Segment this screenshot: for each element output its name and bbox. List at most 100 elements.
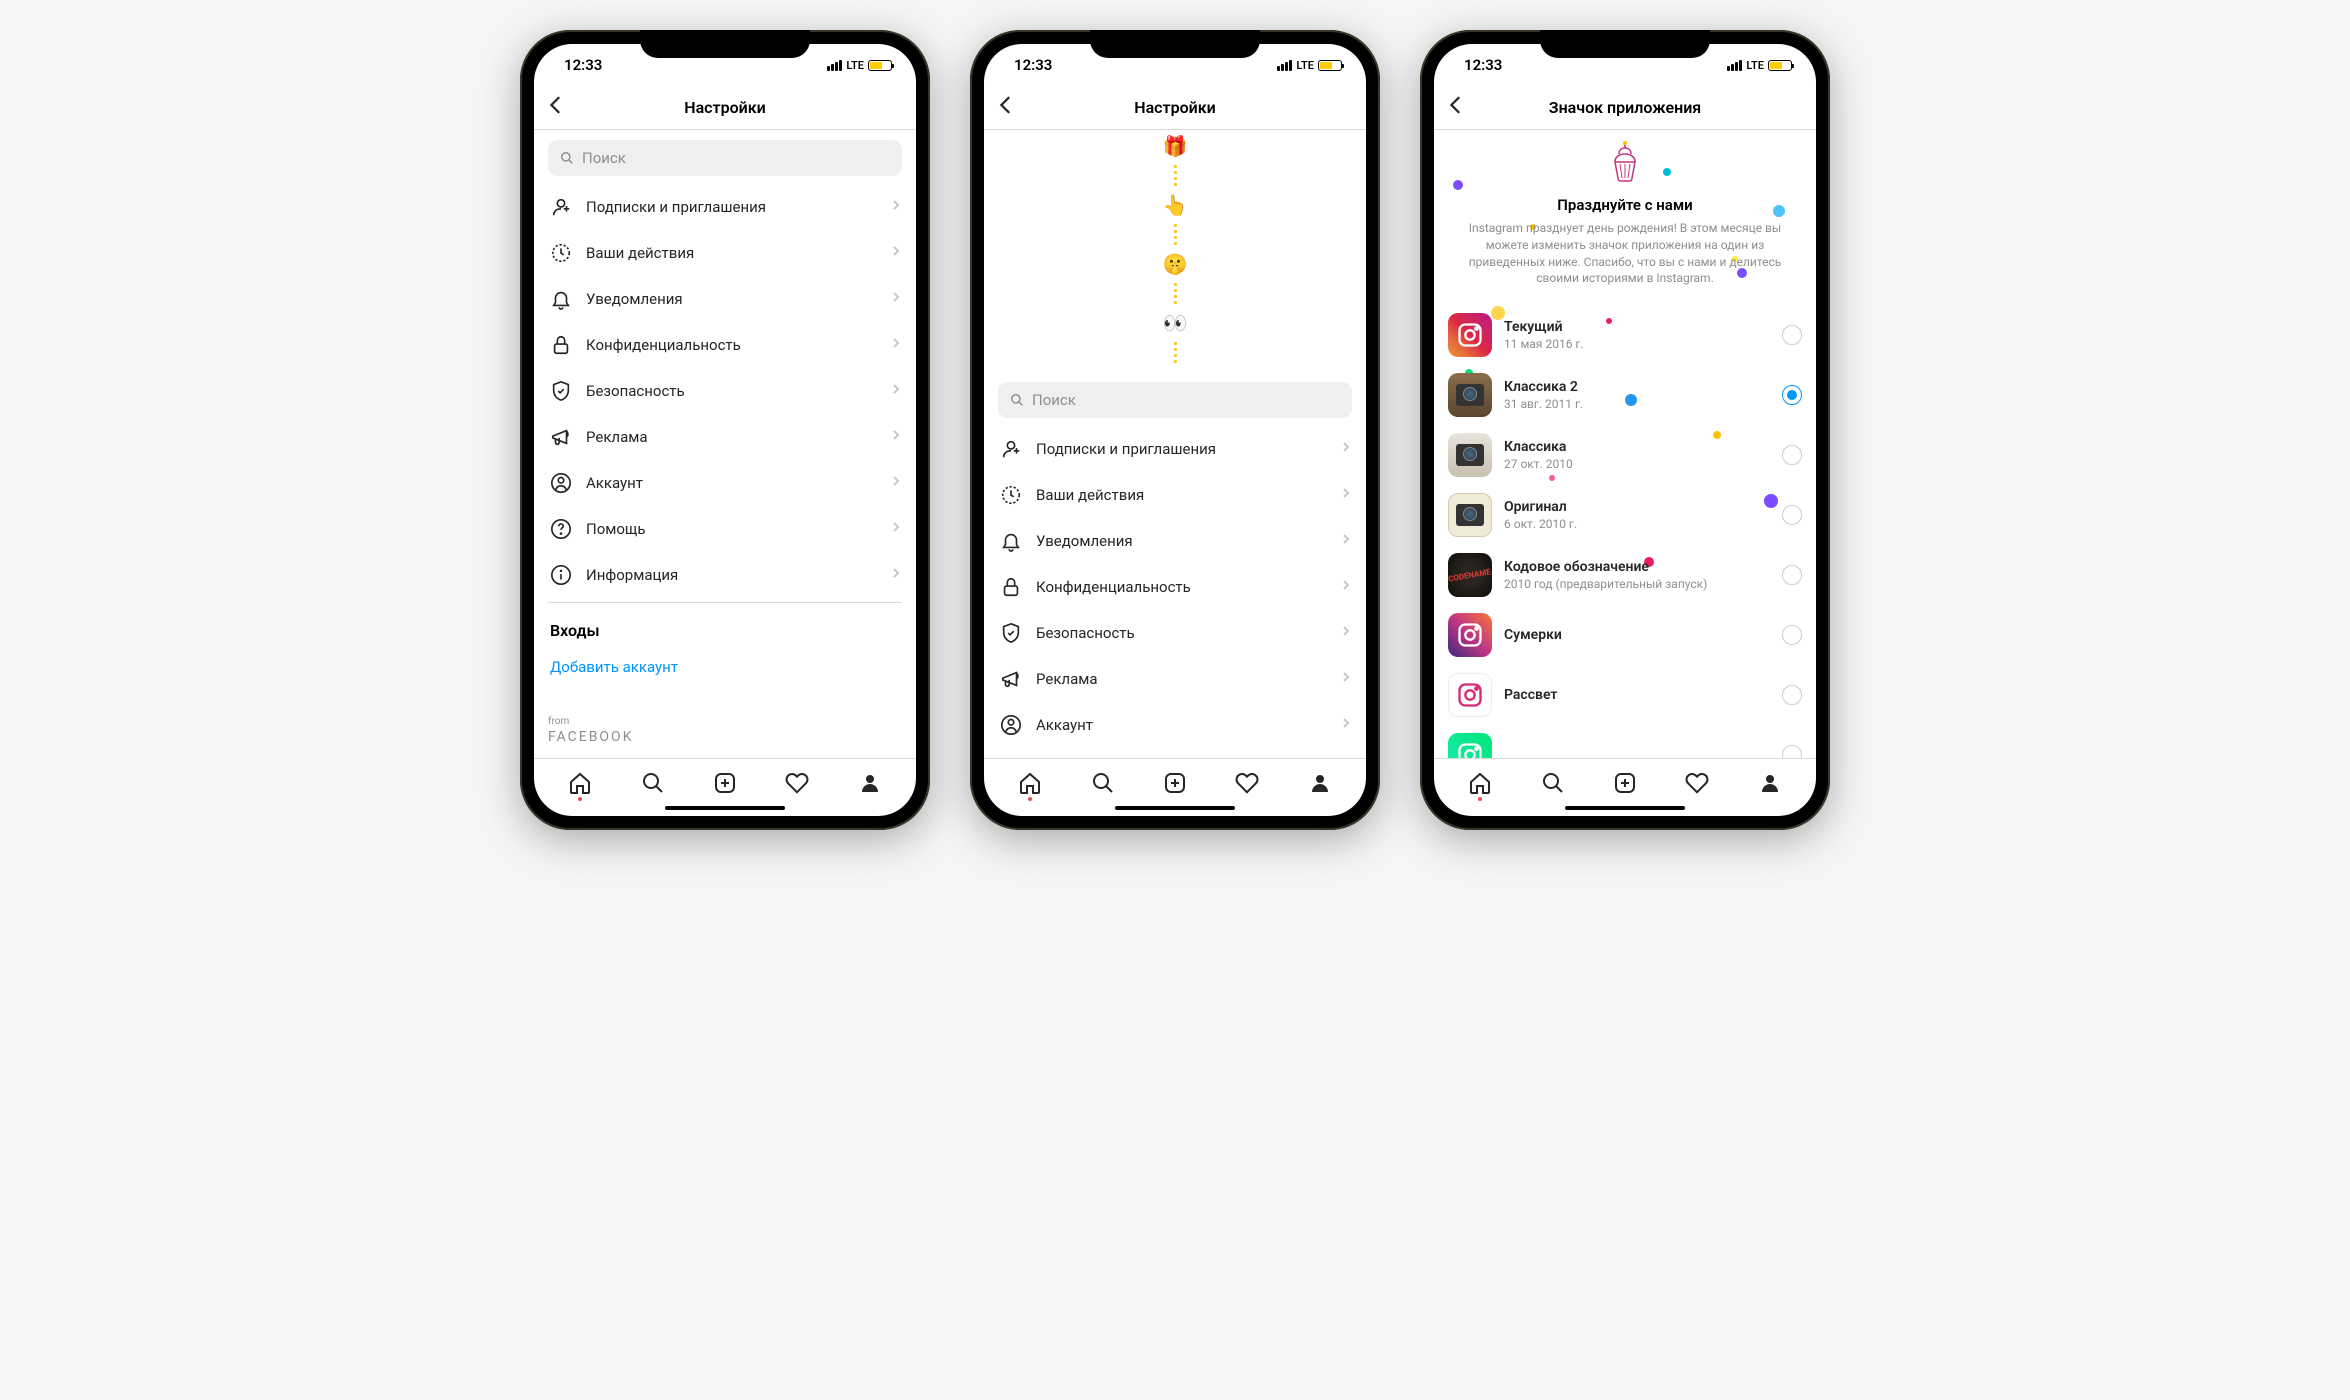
icon-info: Оригинал 6 окт. 2010 г. — [1504, 499, 1770, 531]
menu-item-info[interactable]: Информация — [548, 552, 902, 598]
emoji-easter-egg[interactable]: 🎁 👆 🤫 👀 — [998, 130, 1352, 382]
icon-name: Оригинал — [1504, 499, 1770, 515]
nav-profile-icon[interactable] — [1758, 771, 1782, 795]
nav-home-icon[interactable] — [1018, 771, 1042, 795]
bell-icon — [550, 288, 572, 310]
icon-option-row[interactable]: Классика 231 авг. 2011 г. — [1448, 365, 1802, 425]
menu-item-megaphone[interactable]: Реклама — [548, 414, 902, 460]
celebrate-header: Празднуйте с нами Instagram празднует де… — [1448, 140, 1802, 287]
menu-label: Подписки и приглашения — [586, 198, 878, 216]
nav-search-icon[interactable] — [1091, 771, 1115, 795]
search-input[interactable]: Поиск — [998, 382, 1352, 418]
icon-name: Классика 2 — [1504, 379, 1770, 395]
back-button[interactable] — [548, 95, 562, 120]
nav-add-icon[interactable] — [1613, 771, 1637, 795]
app-icon-preview — [1448, 613, 1492, 657]
chevron-right-icon — [892, 521, 900, 537]
icon-option-row[interactable]: CODENAMEКодовое обозначение2010 год (пре… — [1448, 545, 1802, 605]
icon-option-row[interactable] — [1448, 725, 1802, 758]
radio-button[interactable] — [1782, 745, 1802, 758]
menu-item-shield[interactable]: Безопасность — [548, 368, 902, 414]
nav-profile-icon[interactable] — [1308, 771, 1332, 795]
menu-item-user-plus[interactable]: Подписки и приглашения — [998, 426, 1352, 472]
nav-heart-icon[interactable] — [785, 771, 809, 795]
logins-section-title: Входы — [548, 607, 902, 648]
menu-label: Ваши действия — [1036, 486, 1328, 504]
icon-option-row[interactable]: Текущий11 мая 2016 г. — [1448, 305, 1802, 365]
menu-item-help[interactable]: Помощь — [548, 506, 902, 552]
battery-icon — [868, 60, 892, 71]
network-label: LTE — [846, 59, 864, 72]
menu-item-lock[interactable]: Конфиденциальность — [548, 322, 902, 368]
shield-icon — [1000, 622, 1022, 644]
user-plus-icon — [550, 196, 572, 218]
nav-home-icon[interactable] — [568, 771, 592, 795]
menu-label: Ваши действия — [586, 244, 878, 262]
back-button[interactable] — [1448, 95, 1462, 120]
icon-option-row[interactable]: Оригинал 6 окт. 2010 г. — [1448, 485, 1802, 545]
menu-label: Аккаунт — [1036, 716, 1328, 734]
bottom-nav — [984, 758, 1366, 806]
nav-search-icon[interactable] — [641, 771, 665, 795]
nav-heart-icon[interactable] — [1685, 771, 1709, 795]
back-button[interactable] — [998, 95, 1012, 120]
chevron-right-icon — [1342, 533, 1350, 549]
chevron-right-icon — [892, 567, 900, 583]
nav-header: Значок приложения — [1434, 86, 1816, 130]
bottom-nav — [534, 758, 916, 806]
home-indicator — [665, 806, 785, 810]
network-label: LTE — [1296, 59, 1314, 72]
menu-item-shield[interactable]: Безопасность — [998, 610, 1352, 656]
content[interactable]: Поиск Подписки и приглашения Ваши действи… — [534, 130, 916, 758]
radio-button[interactable] — [1782, 385, 1802, 405]
menu-item-bell[interactable]: Уведомления — [548, 276, 902, 322]
nav-home-icon[interactable] — [1468, 771, 1492, 795]
menu-label: Уведомления — [586, 290, 878, 308]
menu-item-bell[interactable]: Уведомления — [998, 518, 1352, 564]
radio-button[interactable] — [1782, 445, 1802, 465]
nav-search-icon[interactable] — [1541, 771, 1565, 795]
radio-button[interactable] — [1782, 685, 1802, 705]
menu-item-megaphone[interactable]: Реклама — [998, 656, 1352, 702]
nav-header: Настройки — [984, 86, 1366, 130]
nav-add-icon[interactable] — [713, 771, 737, 795]
chevron-right-icon — [892, 199, 900, 215]
page-title: Значок приложения — [1549, 98, 1701, 117]
menu-item-activity[interactable]: Ваши действия — [548, 230, 902, 276]
status-time: 12:33 — [1014, 56, 1052, 74]
icon-option-row[interactable]: Рассвет — [1448, 665, 1802, 725]
info-icon — [550, 564, 572, 586]
radio-button[interactable] — [1782, 505, 1802, 525]
megaphone-icon — [1000, 668, 1022, 690]
menu-item-lock[interactable]: Конфиденциальность — [998, 564, 1352, 610]
app-icon-preview: CODENAME — [1448, 553, 1492, 597]
menu-item-user-plus[interactable]: Подписки и приглашения — [548, 184, 902, 230]
nav-profile-icon[interactable] — [858, 771, 882, 795]
radio-button[interactable] — [1782, 565, 1802, 585]
radio-button[interactable] — [1782, 625, 1802, 645]
search-input[interactable]: Поиск — [548, 140, 902, 176]
icon-option-row[interactable]: Классика27 окт. 2010 — [1448, 425, 1802, 485]
signal-icon — [1277, 60, 1292, 71]
icon-option-row[interactable]: Сумерки — [1448, 605, 1802, 665]
icon-date: 6 окт. 2010 г. — [1504, 517, 1770, 531]
phone-3: 12:33 LTE Значок приложения — [1420, 30, 1830, 830]
chevron-right-icon — [892, 429, 900, 445]
menu-item-user-circle[interactable]: Аккаунт — [998, 702, 1352, 748]
menu-item-help[interactable]: Помощь — [998, 748, 1352, 758]
add-account-button[interactable]: Добавить аккаунт — [548, 648, 902, 686]
nav-heart-icon[interactable] — [1235, 771, 1259, 795]
content[interactable]: 🎁 👆 🤫 👀 Поиск Подписки и приглашения Ваши… — [984, 130, 1366, 758]
icon-name: Рассвет — [1504, 687, 1770, 703]
menu-item-user-circle[interactable]: Аккаунт — [548, 460, 902, 506]
app-icon-preview — [1448, 313, 1492, 357]
nav-add-icon[interactable] — [1163, 771, 1187, 795]
status-right: LTE — [1277, 59, 1342, 72]
home-indicator — [1115, 806, 1235, 810]
content[interactable]: Празднуйте с нами Instagram празднует де… — [1434, 130, 1816, 758]
bottom-area — [1434, 758, 1816, 816]
menu-item-activity[interactable]: Ваши действия — [998, 472, 1352, 518]
radio-button[interactable] — [1782, 325, 1802, 345]
notch — [1540, 30, 1710, 58]
bell-icon — [1000, 530, 1022, 552]
